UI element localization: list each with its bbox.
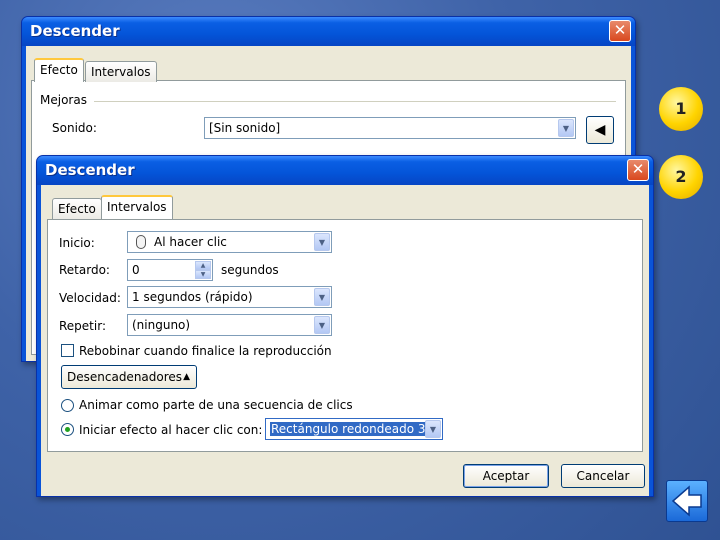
velocidad-label: Velocidad: [59, 291, 121, 305]
tab-efecto[interactable]: Efecto [52, 198, 102, 219]
back-dialog-titlebar[interactable]: Descender ✕ [22, 17, 635, 46]
back-sound-label: Sonido: [52, 121, 97, 135]
step-badge-2: 2 [659, 155, 703, 199]
back-sound-combo[interactable]: [Sin sonido] ▼ [204, 117, 576, 139]
speaker-button[interactable]: ◀ [586, 116, 614, 144]
inicio-label: Inicio: [59, 236, 95, 250]
ok-button[interactable]: Aceptar [463, 464, 549, 488]
inicio-value: Al hacer clic [154, 235, 227, 249]
chevron-up-icon: ▲ [183, 372, 190, 382]
back-navigation-button[interactable] [666, 480, 708, 522]
radio-sequence-label: Animar como parte de una secuencia de cl… [79, 398, 353, 412]
chevron-down-icon: ▼ [425, 420, 441, 438]
triggers-label: Desencadenadores [67, 370, 183, 384]
repetir-value: (ninguno) [132, 318, 191, 332]
velocidad-value: 1 segundos (rápido) [132, 290, 253, 304]
back-group-mejoras: Mejoras [40, 93, 87, 107]
retardo-unit: segundos [221, 263, 279, 277]
arrow-left-icon [671, 485, 702, 517]
speaker-icon: ◀ [594, 122, 606, 138]
spin-down-icon[interactable]: ▼ [195, 270, 211, 279]
front-dialog-titlebar[interactable]: Descender ✕ [37, 156, 653, 185]
rewind-checkbox[interactable] [61, 344, 74, 357]
retardo-spinner[interactable]: 0 ▲ ▼ [127, 259, 213, 281]
inicio-combo[interactable]: Al hacer clic ▼ [127, 231, 332, 253]
triggers-button[interactable]: Desencadenadores ▲ [61, 365, 197, 389]
chevron-down-icon: ▼ [314, 288, 330, 306]
spinner-buttons[interactable]: ▲ ▼ [195, 261, 211, 279]
back-tab-intervalos[interactable]: Intervalos [85, 61, 157, 82]
back-close-button[interactable]: ✕ [609, 20, 631, 42]
radio-click[interactable] [61, 423, 74, 436]
front-dialog: Descender ✕ Efecto Intervalos Inicio: Al… [36, 155, 654, 497]
cancel-button[interactable]: Cancelar [561, 464, 645, 488]
velocidad-combo[interactable]: 1 segundos (rápido) ▼ [127, 286, 332, 308]
chevron-down-icon: ▼ [558, 119, 574, 137]
trigger-shape-combo[interactable]: Rectángulo redondeado 3: ▼ [265, 418, 443, 440]
back-group-line [94, 101, 616, 102]
chevron-down-icon: ▼ [314, 316, 330, 334]
front-dialog-title: Descender [45, 161, 135, 179]
step-badge-1: 1 [659, 87, 703, 131]
tab-intervalos[interactable]: Intervalos [101, 195, 173, 219]
radio-click-label: Iniciar efecto al hacer clic con: [79, 423, 263, 437]
radio-sequence[interactable] [61, 399, 74, 412]
rewind-label: Rebobinar cuando finalice la reproducció… [79, 344, 332, 358]
trigger-shape-value: Rectángulo redondeado 3: [270, 422, 431, 436]
back-sound-value: [Sin sonido] [209, 121, 281, 135]
front-dialog-client: Efecto Intervalos Inicio: Al hacer clic … [41, 185, 649, 496]
repetir-combo[interactable]: (ninguno) ▼ [127, 314, 332, 336]
spin-up-icon[interactable]: ▲ [195, 261, 211, 270]
repetir-label: Repetir: [59, 319, 106, 333]
chevron-down-icon: ▼ [314, 233, 330, 251]
retardo-value: 0 [132, 263, 140, 277]
back-dialog-title: Descender [30, 22, 120, 40]
front-close-button[interactable]: ✕ [627, 159, 649, 181]
back-tab-efecto[interactable]: Efecto [34, 58, 84, 82]
retardo-label: Retardo: [59, 263, 110, 277]
mouse-icon [136, 235, 146, 249]
